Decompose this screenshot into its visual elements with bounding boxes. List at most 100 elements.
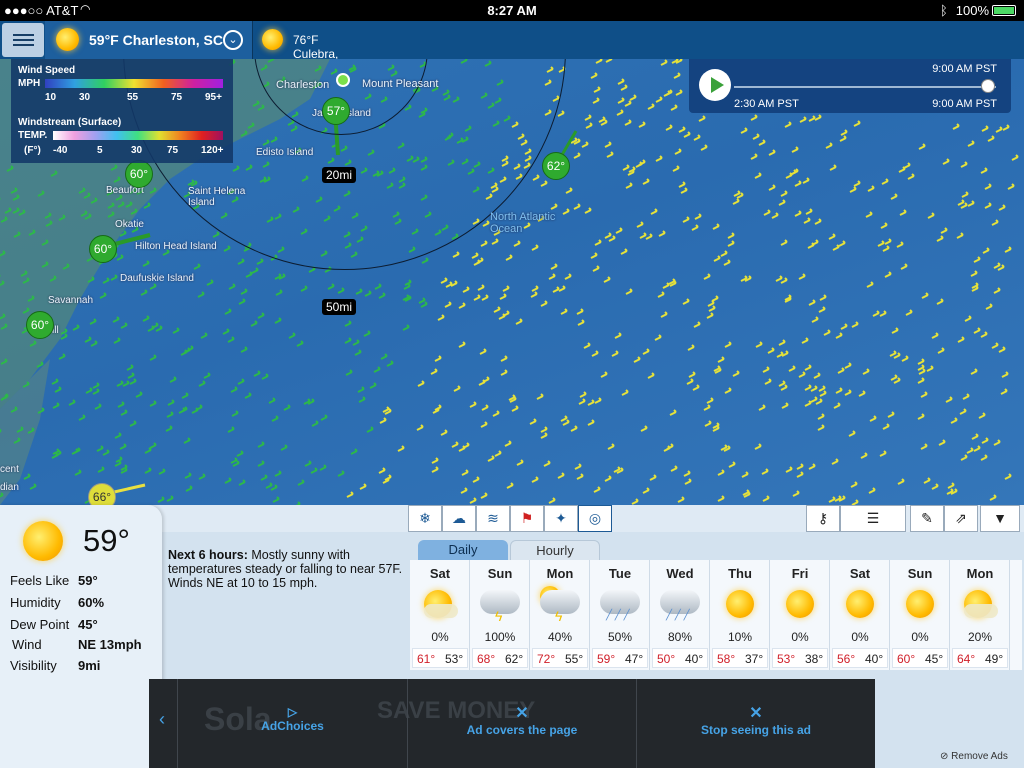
legend-unit: (F°) <box>24 145 41 156</box>
place-label: Edisto Island <box>256 147 314 158</box>
temperature-scale <box>53 131 223 140</box>
hurricane-icon[interactable]: ◎ <box>578 505 612 532</box>
snow-radar-icon[interactable]: ❄ <box>408 505 442 532</box>
place-label: dian <box>0 482 19 493</box>
visibility-value: 9mi <box>78 658 101 673</box>
tab-daily[interactable]: Daily <box>418 540 508 561</box>
current-temp: 59° <box>83 523 130 558</box>
share-icon[interactable]: ⇗ <box>944 505 978 532</box>
hamburger-icon[interactable] <box>2 23 44 57</box>
precip-chance: 10% <box>727 630 753 644</box>
bluetooth-icon: ᛒ <box>939 3 948 18</box>
place-label: Charleston <box>276 79 330 91</box>
forecast-day[interactable]: Mon 20% 64° 49° <box>950 560 1010 670</box>
ad-covers-page-button[interactable]: ✕ Ad covers the page <box>408 679 637 768</box>
remove-ads-label: Remove Ads <box>951 751 1008 762</box>
place-label: Daufuskie Island <box>120 273 194 284</box>
pencil-icon[interactable]: ✎ <box>910 505 944 532</box>
high-temp: 72° <box>537 652 556 666</box>
forecast-day[interactable]: Sun ϟ 100% 68° 62° <box>470 560 530 670</box>
animation-player: 9:00 AM PST 2:30 AM PST 9:00 AM PST <box>689 59 1011 113</box>
layers-icon[interactable]: ☰ <box>840 505 906 532</box>
high-temp: 61° <box>417 652 436 666</box>
day-temps: 72° 55° <box>532 648 588 668</box>
low-temp: 55° <box>565 652 584 666</box>
start-time: 2:30 AM PST <box>734 98 799 110</box>
scale-tick: 30 <box>131 145 143 156</box>
scale-tick: 120+ <box>201 145 224 156</box>
wind-value: NE 13mph <box>78 637 142 652</box>
high-temp: 68° <box>477 652 496 666</box>
forecast-day[interactable]: Wed ╱ ╱ ╱ 80% 50° 40° <box>650 560 710 670</box>
humidity-value: 60% <box>78 595 105 610</box>
ocean-label: North Atlantic Ocean <box>490 211 556 235</box>
ad-choices-button[interactable]: ▷ AdChoices <box>177 679 408 768</box>
scale-tick: 95+ <box>205 92 222 103</box>
clock: 8:27 AM <box>487 3 537 18</box>
close-icon: ✕ <box>515 705 529 722</box>
forecast-day[interactable]: Tue ╱ ╱ ╱ 50% 59° 47° <box>590 560 650 670</box>
next-hours-summary: Next 6 hours: Mostly sunny with temperat… <box>168 548 404 590</box>
remove-ads-link[interactable]: ⊘ Remove Ads <box>940 751 1008 762</box>
stop-seeing-label: Stop seeing this ad <box>700 723 811 737</box>
precip-chance: 0% <box>911 630 929 644</box>
sunny-icon <box>906 590 934 618</box>
temp-station[interactable]: 57° <box>322 97 350 125</box>
forecast-day[interactable]: Sat 0% 56° 40° <box>830 560 890 670</box>
location-tab-charleston[interactable]: 59°F Charleston, SC ⌄ <box>45 21 253 59</box>
forecast-day[interactable]: Mon ϟ 40% 72° 55° <box>530 560 590 670</box>
precip-chance: 100% <box>484 630 516 644</box>
ad-covers-label: Ad covers the page <box>466 723 578 737</box>
chevron-down-icon[interactable]: ⌄ <box>223 30 243 50</box>
legend-title: Windstream (Surface) <box>18 117 122 128</box>
cloud-icon[interactable]: ☁ <box>442 505 476 532</box>
forecast-day[interactable]: Thu 10% 58° 37° <box>710 560 770 670</box>
forecast-day[interactable]: Sat 0% 61° 53° <box>410 560 470 670</box>
forecast-day[interactable]: Sun 0% 60° 45° <box>890 560 950 670</box>
day-temps: 56° 40° <box>832 648 888 668</box>
wind-icon[interactable]: ≋ <box>476 505 510 532</box>
tab-hourly[interactable]: Hourly <box>510 540 600 561</box>
close-icon: ✕ <box>749 705 763 722</box>
temp-station[interactable]: 60° <box>26 311 54 339</box>
place-label: Hilton Head Island <box>135 241 217 252</box>
play-button[interactable] <box>699 69 731 101</box>
low-temp: 40° <box>865 652 884 666</box>
scale-tick: 5 <box>97 145 103 156</box>
dropdown-icon[interactable]: ▼ <box>980 505 1020 532</box>
temp-station[interactable]: 60° <box>125 160 153 188</box>
timeline-track[interactable] <box>734 86 996 88</box>
timeline-knob[interactable] <box>981 79 995 93</box>
precip-chance: 0% <box>431 630 449 644</box>
dew-point-label: Dew Point <box>10 617 70 632</box>
map-legend: Wind Speed MPH 10 30 55 75 95+ Windstrea… <box>11 59 233 163</box>
sun-icon <box>23 521 63 561</box>
chevron-left-icon[interactable]: ‹ <box>159 709 165 730</box>
wind-label: Wind <box>12 637 42 652</box>
forecast-day[interactable]: Fri 0% 53° 38° <box>770 560 830 670</box>
precip-chance: 80% <box>667 630 693 644</box>
temp-station[interactable]: 62° <box>542 152 570 180</box>
battery-icon <box>992 5 1016 16</box>
low-temp: 62° <box>505 652 524 666</box>
legend-title: Wind Speed <box>18 65 76 76</box>
sunny-icon <box>726 590 754 618</box>
scale-tick: 10 <box>45 92 57 103</box>
warning-flag-icon[interactable]: ⚑ <box>510 505 544 532</box>
temp-station[interactable]: 66° <box>88 483 116 505</box>
day-name: Sun <box>487 566 513 581</box>
stop-seeing-ad-button[interactable]: ✕ Stop seeing this ad <box>637 679 875 768</box>
scale-tick: -40 <box>53 145 68 156</box>
high-temp: 64° <box>957 652 976 666</box>
day-temps: 53° 38° <box>772 648 828 668</box>
current-location-pin[interactable] <box>336 73 350 87</box>
satellite-icon[interactable]: ✦ <box>544 505 578 532</box>
high-temp: 56° <box>837 652 856 666</box>
low-temp: 49° <box>985 652 1004 666</box>
high-temp: 60° <box>897 652 916 666</box>
key-icon[interactable]: ⚷ <box>806 505 840 532</box>
temp-station[interactable]: 60° <box>89 235 117 263</box>
next-hours-heading: Next 6 hours: <box>168 548 248 562</box>
weather-map[interactable]: 20mi 50mi Charleston Mount Pleasant Jame… <box>0 59 1024 505</box>
wind-speed-scale <box>45 79 223 88</box>
